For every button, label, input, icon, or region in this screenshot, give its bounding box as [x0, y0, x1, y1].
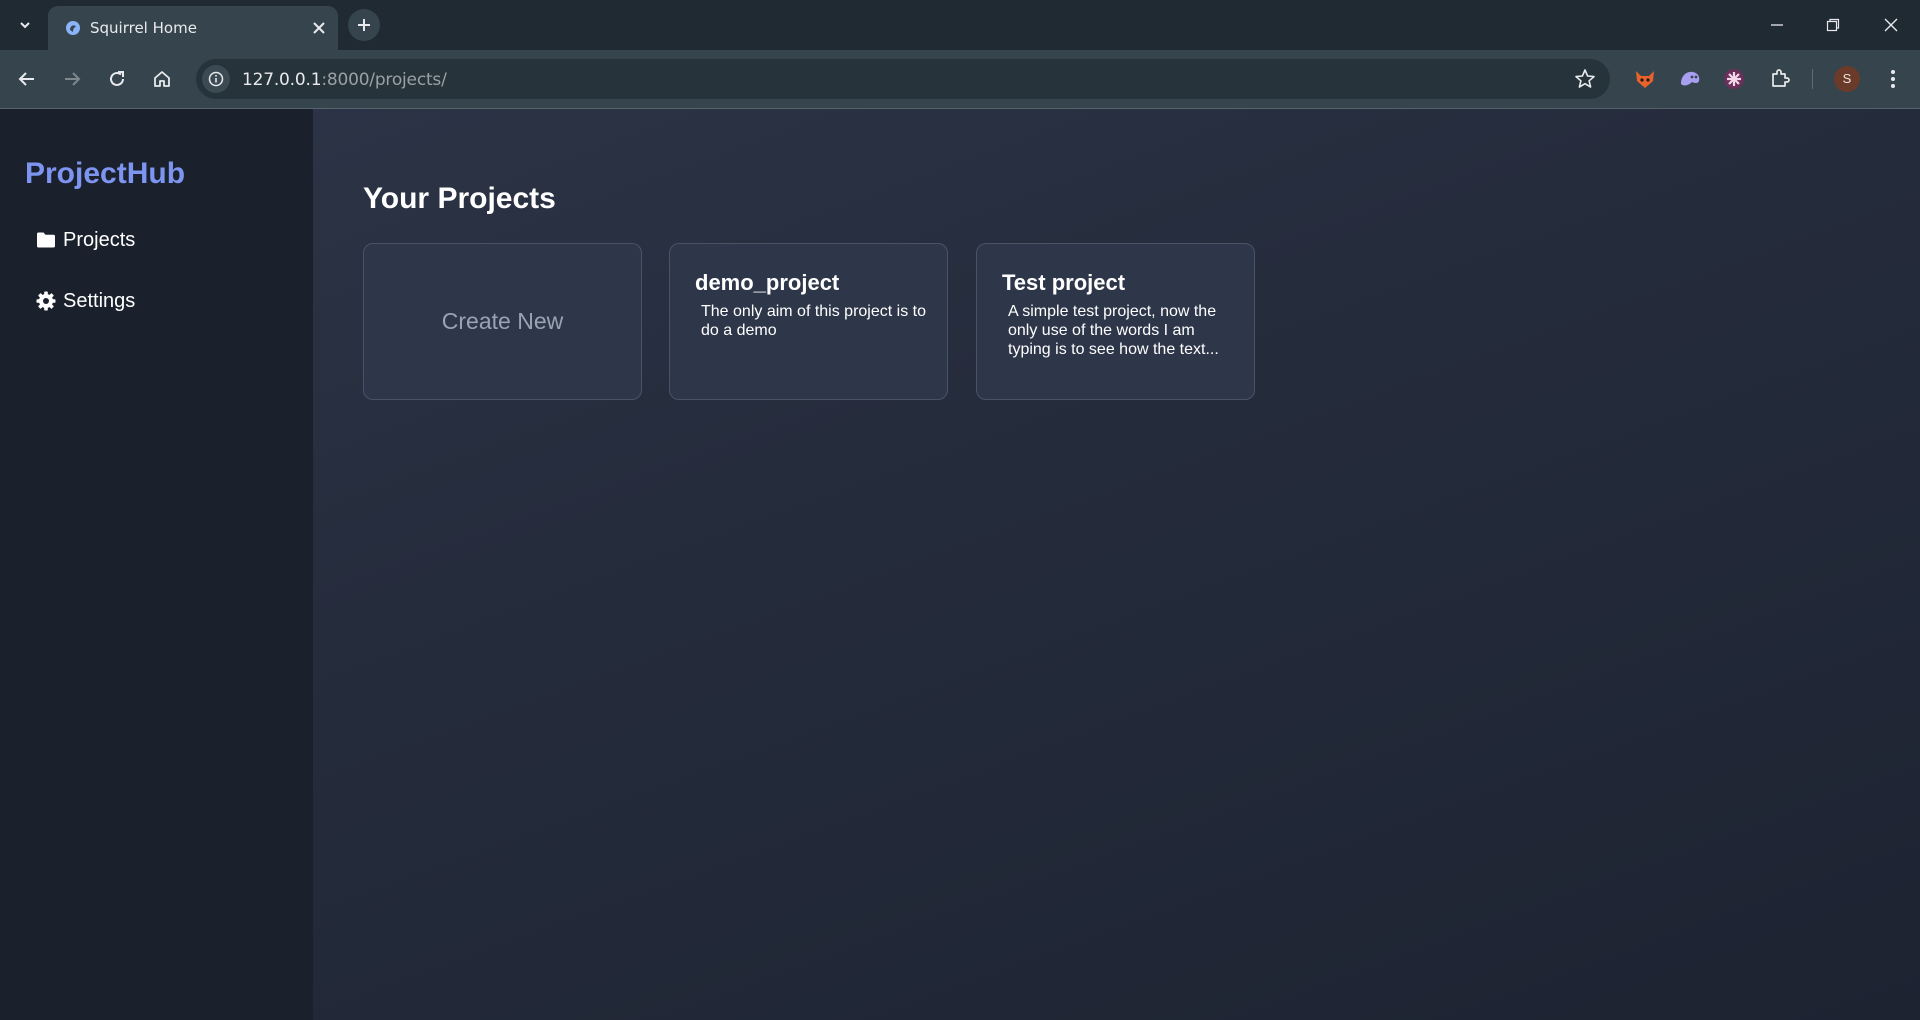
project-description: The only aim of this project is to do a … — [701, 303, 926, 339]
bookmark-star-icon[interactable] — [1574, 68, 1596, 90]
puzzle-icon — [1772, 69, 1790, 87]
flower-extension-icon[interactable] — [1721, 66, 1747, 92]
arrow-right-icon — [65, 72, 81, 86]
site-info-button[interactable] — [202, 65, 230, 93]
sidebar: ProjectHub Projects Settings — [0, 109, 313, 1020]
address-bar[interactable]: 127.0.0.1:8000/projects/ — [196, 59, 1610, 99]
reload-button[interactable] — [102, 64, 132, 94]
url-text: 127.0.0.1:8000/projects/ — [242, 70, 447, 90]
forward-button[interactable] — [57, 64, 87, 94]
restore-button[interactable] — [1815, 10, 1851, 40]
minimize-icon — [1771, 24, 1783, 26]
ghost-extension-icon[interactable] — [1677, 66, 1703, 92]
url-host: 127.0.0.1 — [242, 70, 322, 90]
more-vertical-icon — [1891, 70, 1895, 88]
squirrel-favicon-icon — [66, 21, 80, 35]
gear-icon — [36, 291, 56, 311]
create-new-label: Create New — [441, 308, 564, 334]
create-new-card[interactable]: Create New — [363, 243, 642, 400]
tab-title: Squirrel Home — [90, 19, 197, 37]
url-path: :8000/projects/ — [321, 70, 447, 90]
project-description: A simple test project, now the only use … — [1008, 303, 1219, 358]
browser-menu-button[interactable] — [1880, 66, 1906, 92]
browser-tab[interactable]: Squirrel Home — [48, 6, 338, 50]
flower-icon — [1724, 69, 1744, 89]
sidebar-item-settings[interactable]: Settings — [36, 286, 135, 316]
chevron-down-icon — [20, 22, 30, 29]
close-icon — [1884, 18, 1898, 32]
project-title: demo_project — [695, 270, 840, 295]
extensions-button[interactable] — [1767, 66, 1793, 92]
brand-logo[interactable]: ProjectHub — [25, 157, 185, 191]
project-card[interactable]: Test project A simple test project, now … — [976, 243, 1255, 400]
sidebar-item-label: Projects — [63, 228, 136, 251]
home-button[interactable] — [147, 64, 177, 94]
home-icon — [154, 71, 170, 87]
fox-icon — [1636, 71, 1654, 88]
tab-search-button[interactable] — [12, 13, 38, 37]
close-tab-icon[interactable] — [310, 19, 328, 37]
project-title: Test project — [1002, 270, 1126, 295]
sidebar-item-projects[interactable]: Projects — [36, 225, 135, 255]
arrow-left-icon — [18, 72, 34, 86]
browser-toolbar: 127.0.0.1:8000/projects/ S — [0, 50, 1920, 109]
reload-icon — [110, 71, 124, 86]
folder-icon — [37, 232, 55, 248]
minimize-button[interactable] — [1759, 10, 1795, 40]
project-card[interactable]: demo_project The only aim of this projec… — [669, 243, 948, 400]
back-button[interactable] — [12, 64, 42, 94]
close-window-button[interactable] — [1873, 10, 1909, 40]
sidebar-item-label: Settings — [63, 289, 136, 312]
page-title: Your Projects — [363, 182, 556, 215]
plus-icon — [358, 19, 370, 31]
restore-icon — [1826, 18, 1840, 32]
new-tab-button[interactable] — [348, 9, 380, 41]
toolbar-separator — [1812, 69, 1813, 89]
page: ProjectHub Projects Settings Your Projec… — [0, 109, 1920, 1020]
fox-extension-icon[interactable] — [1632, 66, 1658, 92]
ghost-icon — [1681, 71, 1700, 86]
info-icon — [208, 71, 224, 87]
profile-avatar[interactable]: S — [1834, 66, 1860, 92]
browser-tab-bar: Squirrel Home — [0, 0, 1920, 50]
